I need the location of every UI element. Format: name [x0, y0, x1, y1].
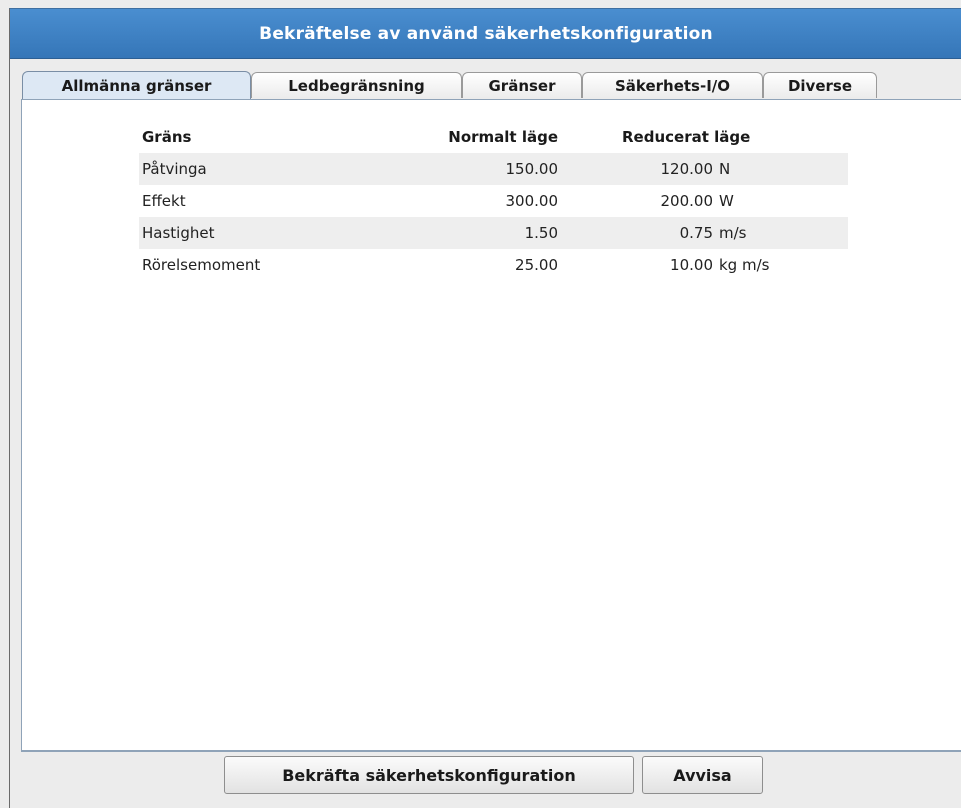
- header-limit: Gräns: [142, 128, 192, 146]
- header-reduced-mode: Reducerat läge: [622, 128, 751, 146]
- table-header: Gräns Normalt läge Reducerat läge: [139, 121, 848, 153]
- table-row: Rörelsemoment 25.00 10.00 kg m/s: [139, 249, 848, 281]
- reject-button[interactable]: Avvisa: [642, 756, 763, 794]
- row-unit: m/s: [719, 224, 747, 242]
- row-reduced-value: 120.00: [660, 160, 714, 178]
- row-name: Påtvinga: [142, 160, 207, 178]
- table-row: Effekt 300.00 200.00 W: [139, 185, 848, 217]
- row-unit: N: [719, 160, 731, 178]
- row-normal-value: 25.00: [515, 256, 558, 274]
- row-reduced-value: 200.00: [660, 192, 714, 210]
- row-name: Hastighet: [142, 224, 215, 242]
- tab-general-limits[interactable]: Allmänna gränser: [22, 71, 251, 99]
- tab-bar: Allmänna gränser Ledbegränsning Gränser …: [22, 71, 961, 99]
- row-unit: kg m/s: [719, 256, 770, 274]
- row-name: Effekt: [142, 192, 186, 210]
- row-name: Rörelsemoment: [142, 256, 261, 274]
- tab-boundaries[interactable]: Gränser: [462, 72, 582, 98]
- table-row: Hastighet 1.50 0.75 m/s: [139, 217, 848, 249]
- row-reduced-value: 0.75: [679, 224, 713, 242]
- row-normal-value: 300.00: [505, 192, 559, 210]
- row-normal-value: 1.50: [524, 224, 558, 242]
- confirm-safety-config-button[interactable]: Bekräfta säkerhetskonfiguration: [224, 756, 634, 794]
- tab-misc[interactable]: Diverse: [763, 72, 877, 98]
- row-normal-value: 150.00: [505, 160, 559, 178]
- safety-config-dialog: Bekräftelse av använd säkerhetskonfigura…: [9, 8, 961, 808]
- row-unit: W: [719, 192, 734, 210]
- row-reduced-value: 10.00: [670, 256, 713, 274]
- tab-joint-limits[interactable]: Ledbegränsning: [251, 72, 462, 98]
- dialog-title: Bekräftelse av använd säkerhetskonfigura…: [10, 9, 961, 59]
- tab-safety-io[interactable]: Säkerhets-I/O: [582, 72, 763, 98]
- general-limits-panel: Gräns Normalt läge Reducerat läge Påtvin…: [21, 100, 961, 752]
- table-row: Påtvinga 150.00 120.00 N: [139, 153, 848, 185]
- header-normal-mode: Normalt läge: [448, 128, 558, 146]
